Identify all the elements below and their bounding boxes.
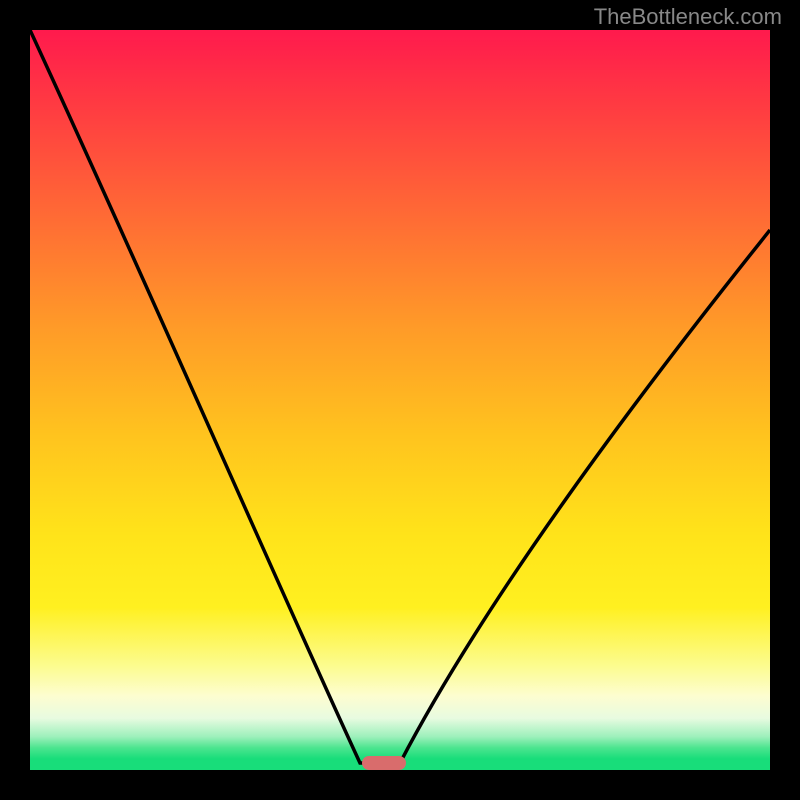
optimal-marker xyxy=(362,756,406,770)
plot-area xyxy=(30,30,770,770)
watermark-text: TheBottleneck.com xyxy=(594,4,782,30)
bottleneck-curve-path xyxy=(30,30,770,763)
curve-layer xyxy=(30,30,770,770)
